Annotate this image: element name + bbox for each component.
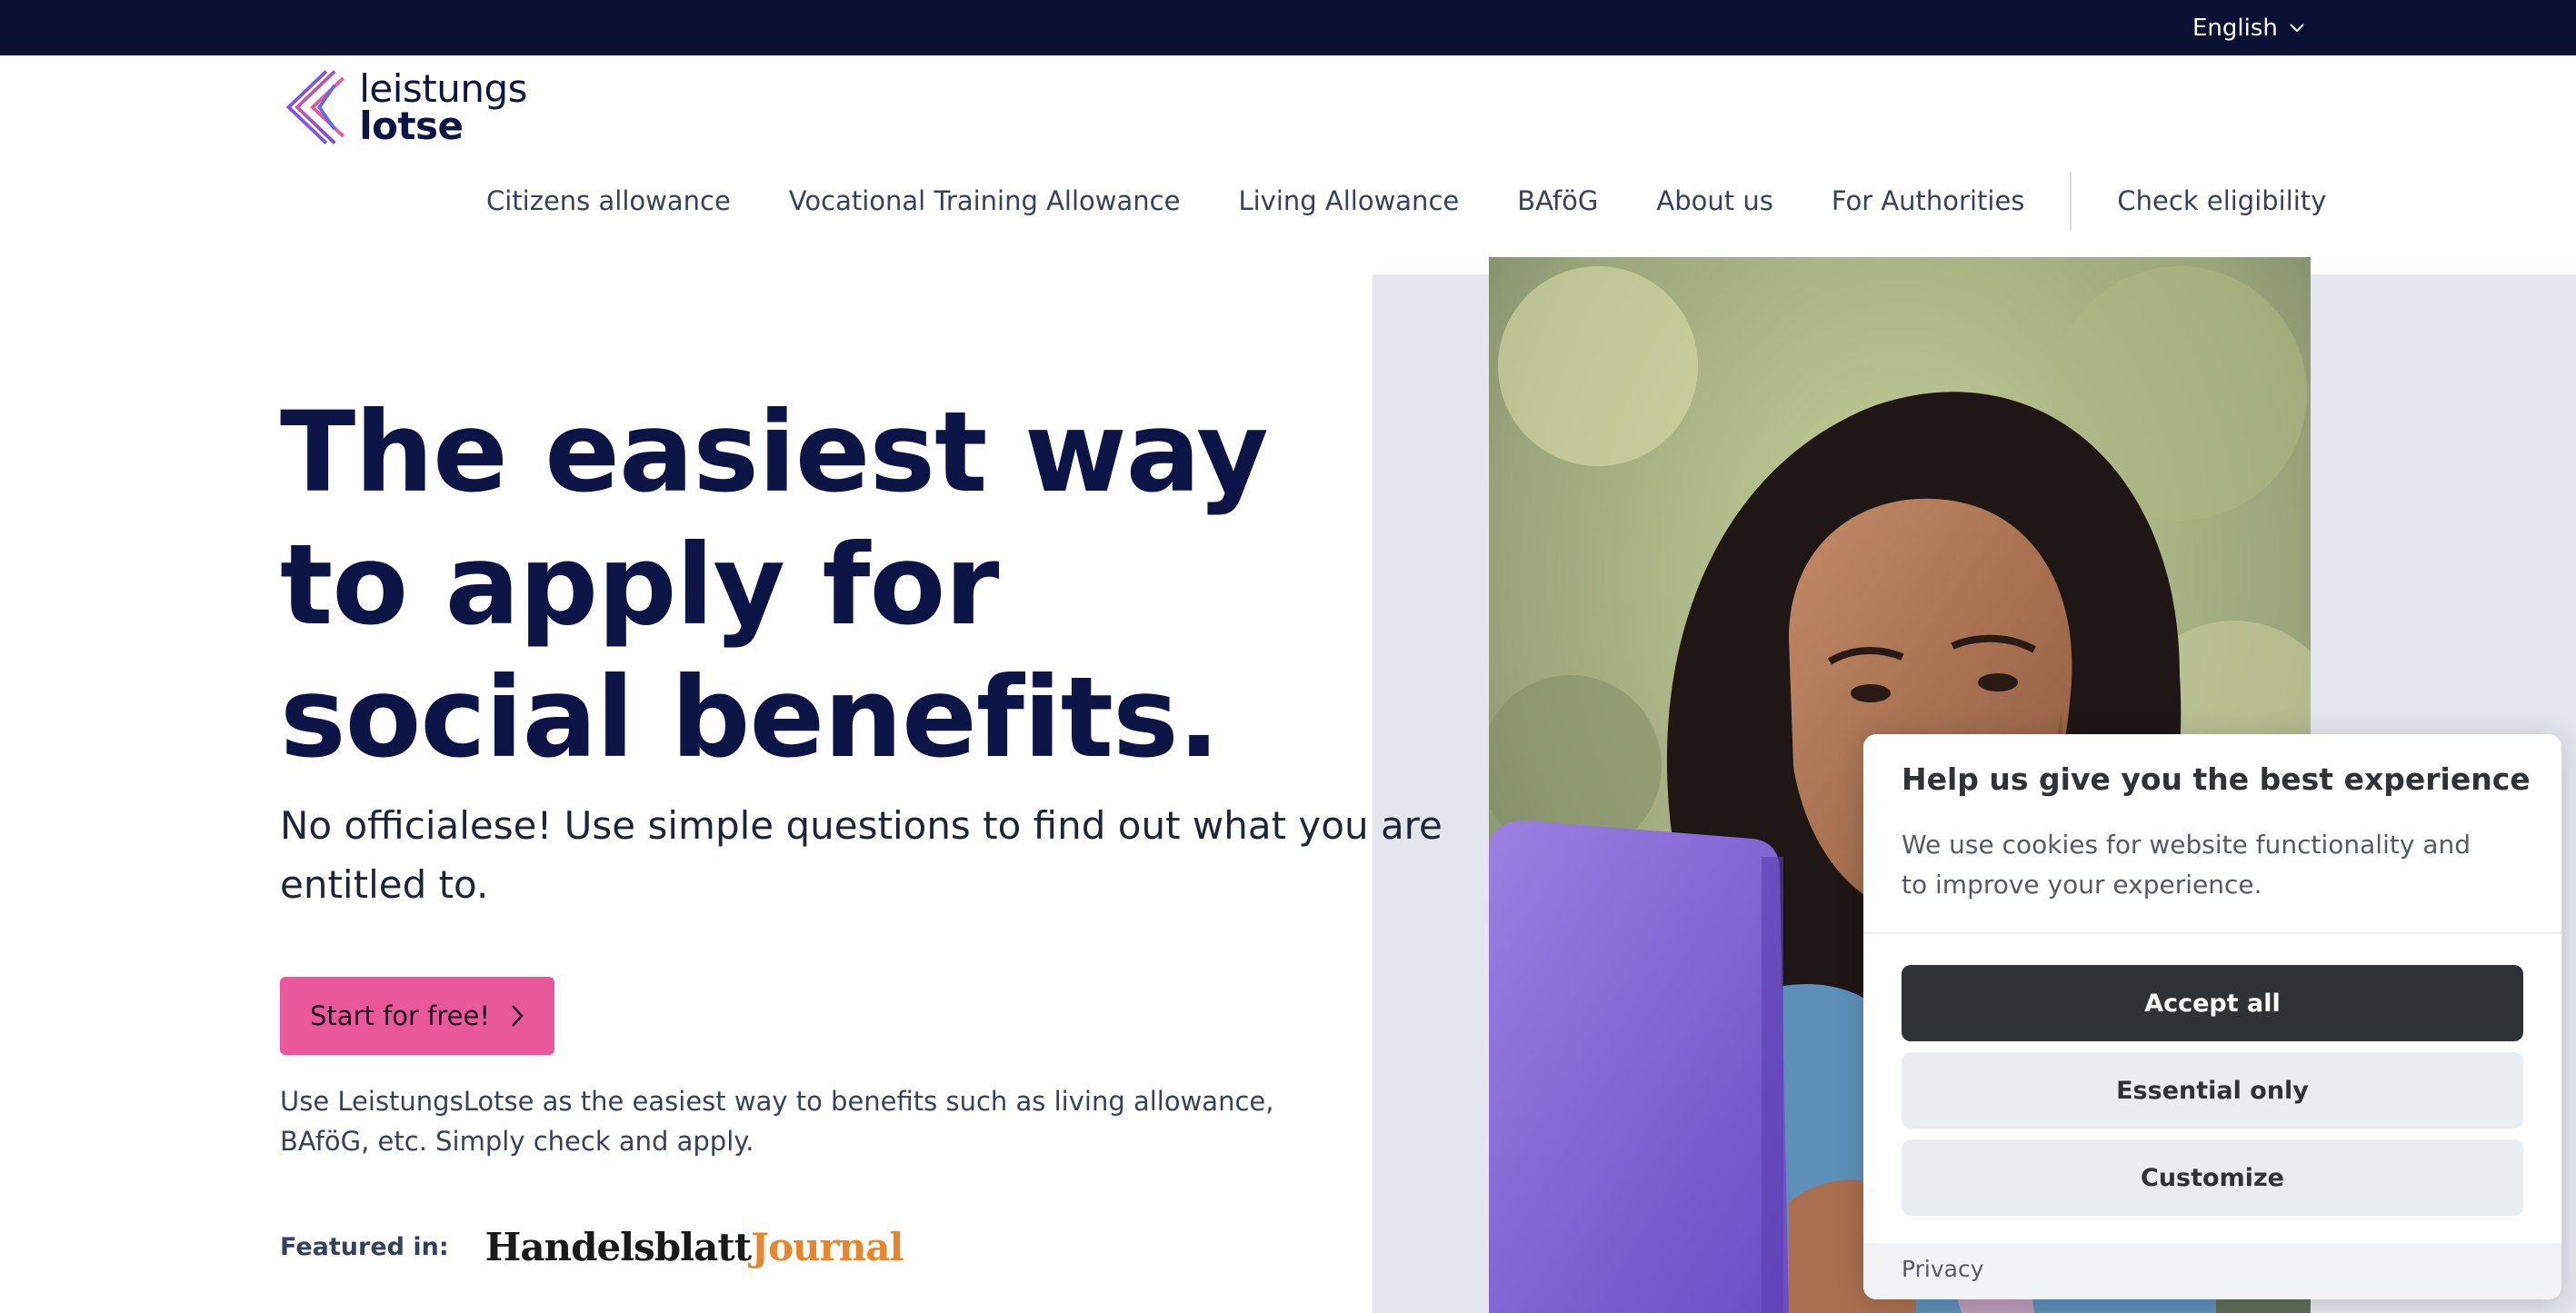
nav-citizens-allowance[interactable]: Citizens allowance [486,185,731,216]
cookie-footer: Privacy [1863,1243,2561,1299]
cookie-title: Help us give you the best experience [1902,761,2531,797]
customize-button[interactable]: Customize [1902,1139,2523,1216]
nav-for-authorities[interactable]: For Authorities [1832,185,2025,216]
logo-chevron-mark-icon [285,70,344,144]
nav-check-eligibility[interactable]: Check eligibility [2117,185,2326,216]
handelsblatt-journal-logo: Handelsblatt Journal [485,1225,904,1269]
hero-headline: The easiest way to apply for social bene… [280,388,1269,782]
hero-subhead: No officialese! Use simple questions to … [280,803,1443,907]
accept-all-button[interactable]: Accept all [1902,965,2523,1041]
nav-divider [2070,172,2072,230]
cookie-divider [1863,932,2561,934]
featured-in: Featured in: Handelsblatt Journal [280,1223,904,1270]
cookie-consent-banner: Help us give you the best experience We … [1863,734,2561,1299]
featured-label: Featured in: [280,1232,449,1261]
privacy-link[interactable]: Privacy [1902,1256,1984,1282]
logo-text-top: leistungs [359,65,527,111]
nav-living-allowance[interactable]: Living Allowance [1238,185,1459,216]
nav-about-us[interactable]: About us [1656,185,1772,216]
top-bar: English [0,0,2576,55]
cookie-text: We use cookies for website functionality… [1902,830,2471,900]
hero-description: Use LeistungsLotse as the easiest way to… [280,1086,1274,1157]
chevron-right-icon [512,1005,524,1027]
site-logo[interactable]: leistungs lotse [282,64,527,151]
press-logo-part1: Handelsblatt [484,1224,752,1269]
language-selector[interactable]: English [2192,11,2305,45]
language-label: English [2192,15,2278,42]
nav-bafog[interactable]: BAföG [1517,185,1598,216]
logo-text-bottom: lotse [359,104,464,148]
cta-label: Start for free! [310,1000,490,1031]
press-logo-part2: Journal [751,1224,904,1269]
essential-only-button[interactable]: Essential only [1902,1052,2523,1129]
nav-vocational-training-allowance[interactable]: Vocational Training Allowance [789,185,1181,216]
chevron-down-icon [2290,24,2304,33]
main-nav: Citizens allowance Vocational Training A… [486,172,2326,230]
start-for-free-button[interactable]: Start for free! [280,977,554,1055]
